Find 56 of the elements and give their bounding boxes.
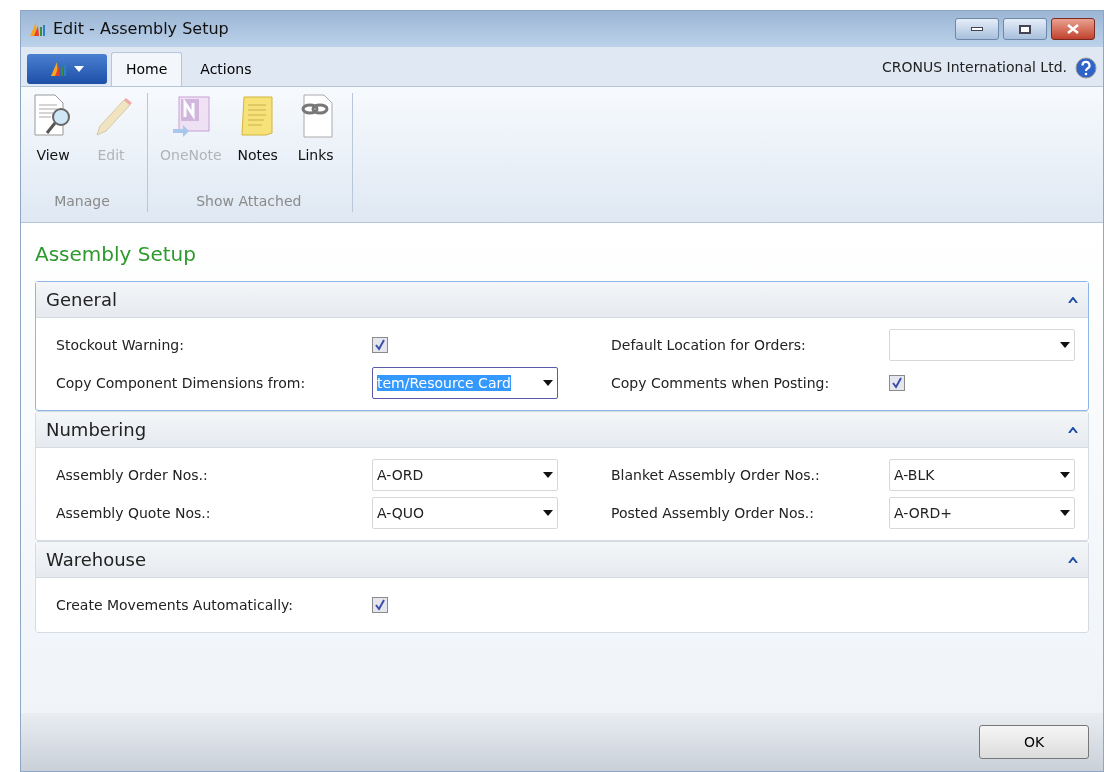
app-logo-icon (29, 21, 47, 37)
field-value: A-BLK (894, 466, 935, 483)
field-label: Copy Comments when Posting: (611, 373, 831, 393)
field-label: Assembly Order Nos.: (56, 465, 209, 485)
window-title: Edit - Assembly Setup (53, 18, 229, 40)
close-button[interactable] (1051, 18, 1095, 40)
collapse-icon[interactable] (1068, 556, 1078, 563)
dropdown-field[interactable]: A-BLK (889, 459, 1075, 491)
caret-icon (543, 472, 553, 478)
checkbox[interactable] (889, 375, 905, 391)
help-icon (1075, 57, 1097, 79)
field-label: Copy Component Dimensions from: (56, 373, 307, 393)
dropdown-field[interactable]: A-QUO (372, 497, 558, 529)
ribbon-button[interactable]: View (27, 93, 79, 166)
caret-icon (543, 380, 553, 386)
dropdown-field[interactable]: A-ORD+ (889, 497, 1075, 529)
field-value: A-QUO (377, 504, 425, 521)
field-label: Posted Assembly Order Nos.: (611, 503, 815, 523)
maximize-button[interactable] (1003, 18, 1047, 40)
minimize-button[interactable] (955, 18, 999, 40)
dropdown-field[interactable] (889, 329, 1075, 361)
checkbox[interactable] (372, 337, 388, 353)
caret-icon (1060, 510, 1070, 516)
caret-icon (543, 510, 553, 516)
field-label: Create Movements Automatically: (56, 595, 294, 615)
section-title: Warehouse (46, 548, 147, 572)
minimize-icon (971, 27, 983, 31)
page-title: Assembly Setup (35, 241, 197, 268)
group-label: Show Attached (196, 192, 302, 211)
collapse-icon[interactable] (1068, 296, 1078, 303)
group-label: Manage (54, 192, 110, 211)
ribbon-tab[interactable]: Actions (186, 52, 266, 86)
company-name: CRONUS International Ltd. (882, 58, 1067, 77)
dropdown-field[interactable]: A-ORD (372, 459, 558, 491)
application-menu-button[interactable] (27, 54, 107, 84)
ribbon-button[interactable]: Notes (231, 93, 284, 166)
field-label: Blanket Assembly Order Nos.: (611, 465, 821, 485)
maximize-icon (1019, 24, 1031, 34)
field-label: Stockout Warning: (56, 335, 185, 355)
caret-icon (1060, 342, 1070, 348)
field-value: A-ORD+ (894, 504, 952, 521)
field-label: Default Location for Orders: (611, 335, 807, 355)
checkbox[interactable] (372, 597, 388, 613)
ribbon-button[interactable]: Links (289, 93, 342, 166)
section-title: General (46, 288, 117, 312)
section-title: Numbering (46, 418, 147, 442)
app-logo-icon (50, 61, 68, 77)
collapse-icon[interactable] (1068, 426, 1078, 433)
close-icon (1067, 24, 1079, 34)
ribbon-tab[interactable]: Home (111, 52, 183, 86)
field-value: tem/Resource Card (377, 374, 511, 391)
ok-button[interactable]: OK (979, 725, 1089, 759)
caret-icon (1060, 472, 1070, 478)
field-label: Assembly Quote Nos.: (56, 503, 212, 523)
field-value: A-ORD (377, 466, 424, 483)
caret-icon (74, 66, 84, 72)
